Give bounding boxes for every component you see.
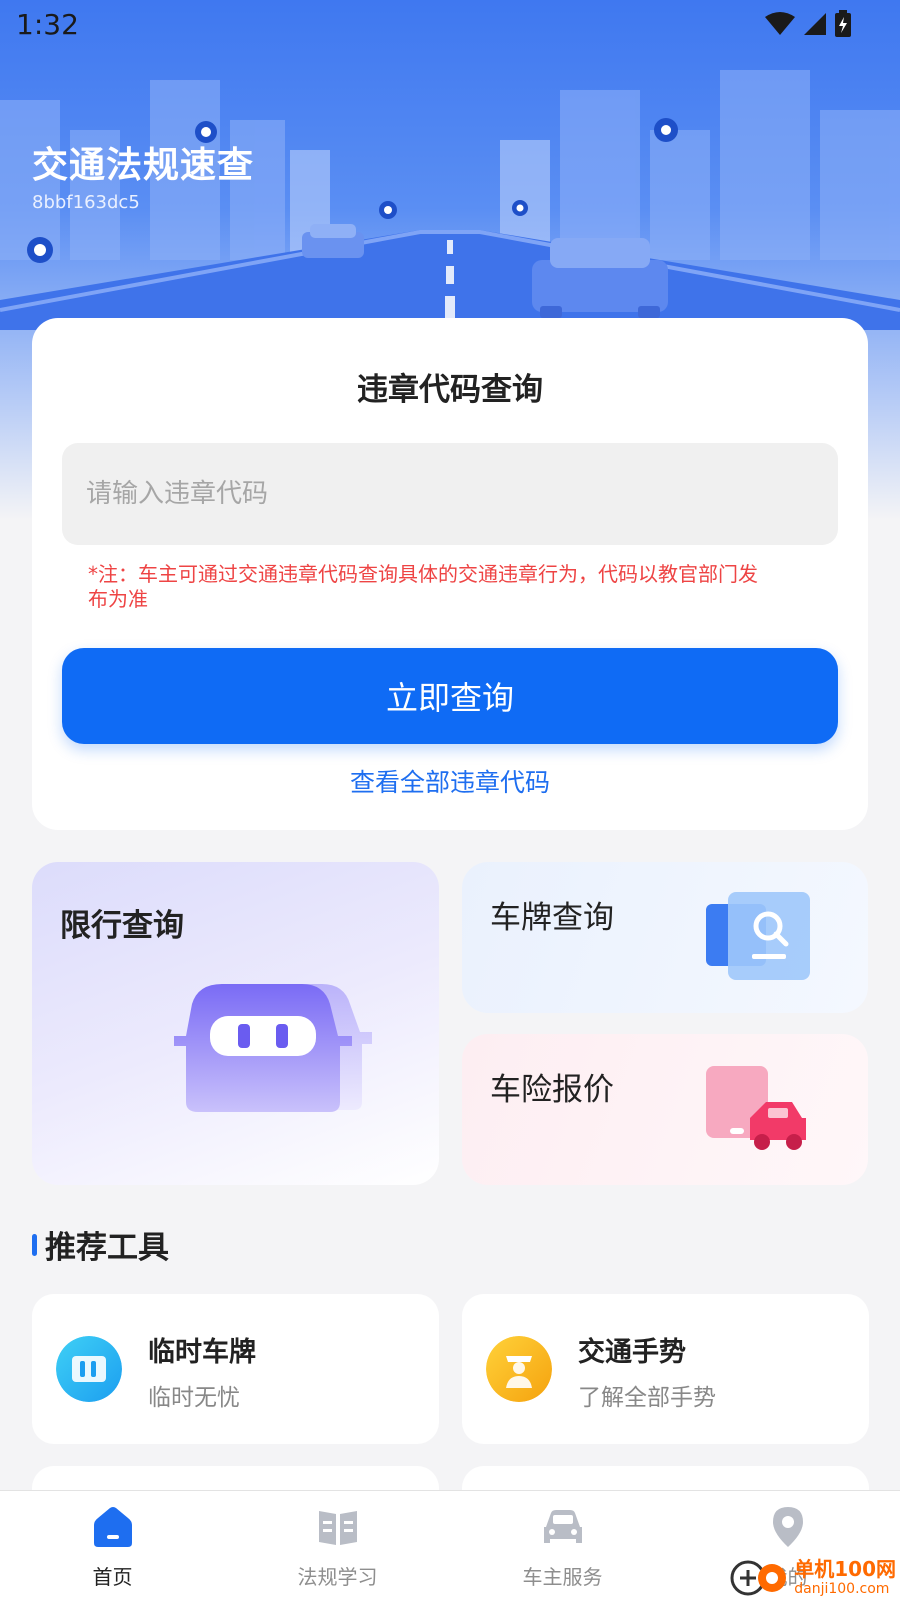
temp-plate-icon: [56, 1336, 122, 1402]
car-face-icon: [174, 984, 372, 1112]
restriction-query-card[interactable]: 限行查询: [32, 862, 439, 1185]
insurance-quote-label: 车险报价: [490, 1072, 614, 1108]
insurance-quote-card[interactable]: 车险报价: [462, 1034, 868, 1185]
home-icon: [93, 1507, 132, 1547]
tool-card-temporary-plate[interactable]: 临时车牌 临时无忧: [32, 1294, 439, 1444]
tab-regulations[interactable]: 法规学习: [225, 1491, 450, 1600]
traffic-police-icon: [486, 1336, 552, 1402]
watermark-name: 单机100网: [794, 1556, 896, 1581]
location-pin-icon: [772, 1507, 803, 1547]
query-now-button[interactable]: 立即查询: [62, 648, 838, 744]
car-right-illustration: [532, 238, 668, 318]
book-icon: [318, 1511, 357, 1545]
watermark-url: danji100.com: [794, 1580, 890, 1597]
site-watermark: 单机100网 danji100.com: [728, 1556, 896, 1598]
car-left-illustration: [302, 224, 364, 258]
tool-card-traffic-gestures[interactable]: 交通手势 了解全部手势: [462, 1294, 869, 1444]
tab-home[interactable]: 首页: [0, 1491, 225, 1600]
wifi-icon: [765, 12, 795, 35]
query-note: *注：车主可通过交通违章代码查询具体的交通违章行为，代码以教官部门发布为准: [88, 562, 758, 611]
tool-name: 临时车牌: [148, 1337, 256, 1368]
watermark-logo-icon: [730, 1560, 787, 1596]
app-title: 交通法规速查: [32, 145, 255, 186]
tool-desc: 临时无忧: [148, 1385, 240, 1411]
violation-code-query-card: 违章代码查询 *注：车主可通过交通违章代码查询具体的交通违章行为，代码以教官部门…: [32, 318, 868, 830]
tool-name: 交通手势: [578, 1337, 686, 1368]
view-all-codes-link[interactable]: 查看全部违章代码: [32, 763, 868, 799]
car-icon: [543, 1510, 582, 1543]
restriction-query-label: 限行查询: [60, 908, 184, 944]
tab-label: 首页: [92, 1565, 133, 1589]
plate-query-card[interactable]: 车牌查询: [462, 862, 868, 1013]
violation-code-input[interactable]: [62, 443, 838, 545]
status-bar: 1:32: [0, 0, 900, 50]
status-time: 1:32: [16, 8, 79, 41]
app-id-text: 8bbf163dc5: [32, 192, 140, 213]
tab-owner-services[interactable]: 车主服务: [450, 1491, 675, 1600]
battery-icon: [835, 10, 851, 37]
signal-icon: [804, 13, 826, 35]
section-title-text: 推荐工具: [45, 1230, 169, 1266]
section-accent-bar: [32, 1233, 37, 1256]
plate-query-label: 车牌查询: [490, 900, 614, 936]
tool-desc: 了解全部手势: [578, 1385, 716, 1411]
insurance-car-icon: [706, 1066, 806, 1150]
query-card-title: 违章代码查询: [357, 372, 543, 408]
recommended-tools-heading: 推荐工具: [32, 1222, 169, 1267]
tab-label: 车主服务: [522, 1565, 603, 1589]
plate-search-icon: [706, 892, 810, 980]
tab-label: 法规学习: [297, 1565, 378, 1589]
